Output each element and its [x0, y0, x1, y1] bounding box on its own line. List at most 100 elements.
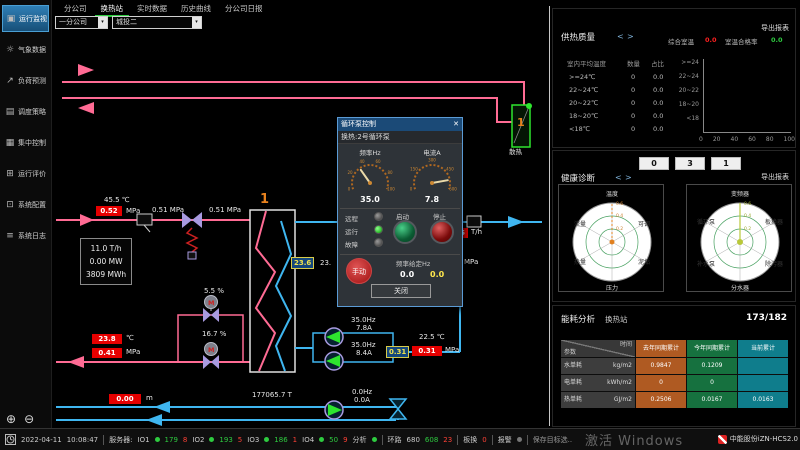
- circulation-pump-2[interactable]: [325, 352, 343, 370]
- pager-prev[interactable]: <: [615, 173, 625, 182]
- table-row: >=24℃: [569, 73, 595, 81]
- pressure-mid-value: 0.51 MPa: [152, 207, 184, 215]
- setpoint-label: 频率给定Hz: [396, 258, 430, 268]
- tab-branch[interactable]: 分公司: [58, 0, 93, 17]
- vertical-divider: [549, 6, 550, 426]
- setpoint-feedback: 0.0: [430, 270, 444, 279]
- server-ok-count: 179: [165, 436, 178, 444]
- radar-label: 泥垢: [638, 258, 650, 266]
- row-label: 电单耗kWh/m2: [561, 375, 635, 391]
- tab-history[interactable]: 历史曲线: [175, 0, 217, 17]
- svg-text:0.4: 0.4: [744, 213, 751, 219]
- svg-text:0.6: 0.6: [616, 201, 623, 207]
- chevron-down-icon[interactable]: ▾: [98, 17, 107, 28]
- flow2-unit: T/h: [471, 229, 482, 237]
- tab-station[interactable]: 换热站: [95, 0, 130, 17]
- sec-pressure-value: 0.31: [386, 346, 409, 358]
- table-cell: 0: [631, 99, 635, 107]
- close-icon[interactable]: ✕: [453, 118, 459, 131]
- loop-err: 23: [443, 436, 452, 444]
- export-report-link[interactable]: 导出报表: [761, 172, 789, 182]
- row-label: 水单耗kg/m2: [561, 358, 635, 374]
- table-cell: 0: [631, 73, 635, 81]
- radar-label: 补水泵: [697, 260, 715, 268]
- dialog-titlebar[interactable]: ✕ 循环泵控制: [338, 118, 462, 131]
- loop-ok: 608: [425, 436, 438, 444]
- hx-out-temp-partial: 23.: [320, 260, 331, 268]
- company-select-value: 一分公司: [59, 18, 87, 26]
- radar-label: 压力: [606, 284, 618, 292]
- valve2-opening: 16.7 %: [202, 331, 226, 339]
- gauge-dial-icon: 0 150 300 450 600: [404, 157, 460, 191]
- globe-icon[interactable]: ⊕: [6, 412, 16, 426]
- radar-label: 板换器: [765, 218, 783, 226]
- tab-realtime[interactable]: 实时数据: [131, 0, 173, 17]
- flow-info-box: 11.0 T/h 0.00 MW 3809 MWh: [80, 238, 132, 285]
- pager-prev[interactable]: <: [617, 32, 627, 41]
- flow-meter-1[interactable]: [137, 214, 152, 232]
- table-cell: 0.0163: [738, 392, 788, 408]
- brand-badge: 中能股份iZN-HCS2.0: [718, 434, 798, 444]
- dialog-title: 循环泵控制: [341, 120, 376, 128]
- status-time: 10:08:47: [67, 436, 98, 444]
- supply-pressure-unit: MPa: [126, 208, 140, 216]
- right-panel-column: 导出报表 供热质量 < > 综合室温 0.0 室温合格率 0.0 室内平均温度 …: [550, 0, 800, 428]
- setpoint-value: 0.0: [400, 270, 414, 279]
- makeup-pump[interactable]: [325, 401, 343, 419]
- alarm-led-icon: [517, 437, 522, 442]
- sidebar: ▣ 运行监视 ☼ 气象数据 ↗ 负荷预测 ▤ 调度策略 ▦ 集中控制 ⊞ 运行评…: [0, 0, 52, 428]
- stop-button[interactable]: [430, 220, 454, 244]
- tab-report[interactable]: 分公司日报: [219, 0, 269, 17]
- sidebar-item-monitor[interactable]: ▣ 运行监视: [2, 5, 49, 32]
- manual-mode-button[interactable]: 手动: [346, 258, 372, 284]
- strategy-icon: ▤: [5, 107, 15, 117]
- pager-next[interactable]: >: [625, 173, 635, 182]
- svg-text:0.6: 0.6: [744, 201, 751, 207]
- analysis-label: 分析: [353, 435, 367, 445]
- sidebar-item-strategy[interactable]: ▤ 调度策略: [2, 98, 49, 125]
- chart-x-tick: 80: [766, 136, 774, 143]
- export-report-link[interactable]: 导出报表: [761, 23, 789, 33]
- chevron-down-icon[interactable]: ▾: [192, 17, 201, 28]
- sidebar-item-forecast[interactable]: ↗ 负荷预测: [2, 67, 49, 94]
- health-diagnosis-panel: 0 3 1 健康诊断 < > 导出报表 0.2: [552, 150, 796, 302]
- pressure-after-value: 0.51 MPa: [209, 207, 241, 215]
- sidebar-item-evaluation[interactable]: ⊞ 运行评价: [2, 160, 49, 187]
- sidebar-item-control[interactable]: ▦ 集中控制: [2, 129, 49, 156]
- column-header: 去年同期累计: [636, 340, 686, 357]
- sidebar-item-weather[interactable]: ☼ 气象数据: [2, 36, 49, 63]
- process-radar-chart: 0.2 0.4 0.6 温度 可调 泥垢 压力 热量 流量: [558, 184, 664, 292]
- counter-box: 0: [639, 157, 669, 170]
- pager-next[interactable]: >: [627, 32, 637, 41]
- minus-circle-icon[interactable]: ⊖: [24, 412, 34, 426]
- exchanger-number: 1: [260, 192, 269, 207]
- sidebar-item-label: 调度策略: [18, 107, 46, 117]
- heat-exchanger[interactable]: [250, 210, 295, 372]
- pump3-current: 0.0A: [354, 397, 370, 405]
- bottom-valve[interactable]: [390, 399, 406, 419]
- frequency-gauge: 频率Hz 0 20 40 60 80 100 35.0: [340, 147, 400, 204]
- sidebar-item-log[interactable]: ≡ 系统日志: [2, 222, 49, 249]
- gauge-label: 频率Hz: [340, 147, 400, 157]
- column-header: 今年同期累计: [687, 340, 737, 357]
- server-err-count: 9: [343, 436, 347, 444]
- circulation-pump-1[interactable]: [325, 328, 343, 346]
- gauge-value: 7.8: [402, 195, 462, 204]
- level-value: 0.00: [109, 394, 141, 404]
- start-button[interactable]: [393, 220, 417, 244]
- flow-meter-2[interactable]: [467, 216, 481, 227]
- power-value: 0.00 MW: [86, 255, 126, 268]
- sidebar-item-config[interactable]: ⊡ 系统配置: [2, 191, 49, 218]
- table-cell: 0.0: [653, 99, 663, 107]
- energy-analysis-panel: 能耗分析 换热站 173/182 时间 参数 去年同期累计 今年同期累计 当前累…: [552, 305, 796, 427]
- close-button[interactable]: 关闭: [371, 284, 431, 298]
- heating-quality-panel: 导出报表 供热质量 < > 综合室温 0.0 室温合格率 0.0 室内平均温度 …: [552, 8, 796, 148]
- table-cell: [738, 375, 788, 391]
- current-gauge: 电流A 0 150 300 450 600 7.8: [402, 147, 462, 204]
- svg-text:450: 450: [446, 167, 454, 172]
- company-select[interactable]: 一分公司 ▾: [55, 16, 108, 29]
- station-select[interactable]: 城投二 ▾: [112, 16, 202, 29]
- svg-text:60: 60: [375, 159, 381, 164]
- pump1-current: 7.8A: [356, 325, 372, 333]
- app-window: 45.5 ℃ 0.52 MPa 0.51 MPa 0.51 MPa 11.0 T…: [0, 0, 800, 450]
